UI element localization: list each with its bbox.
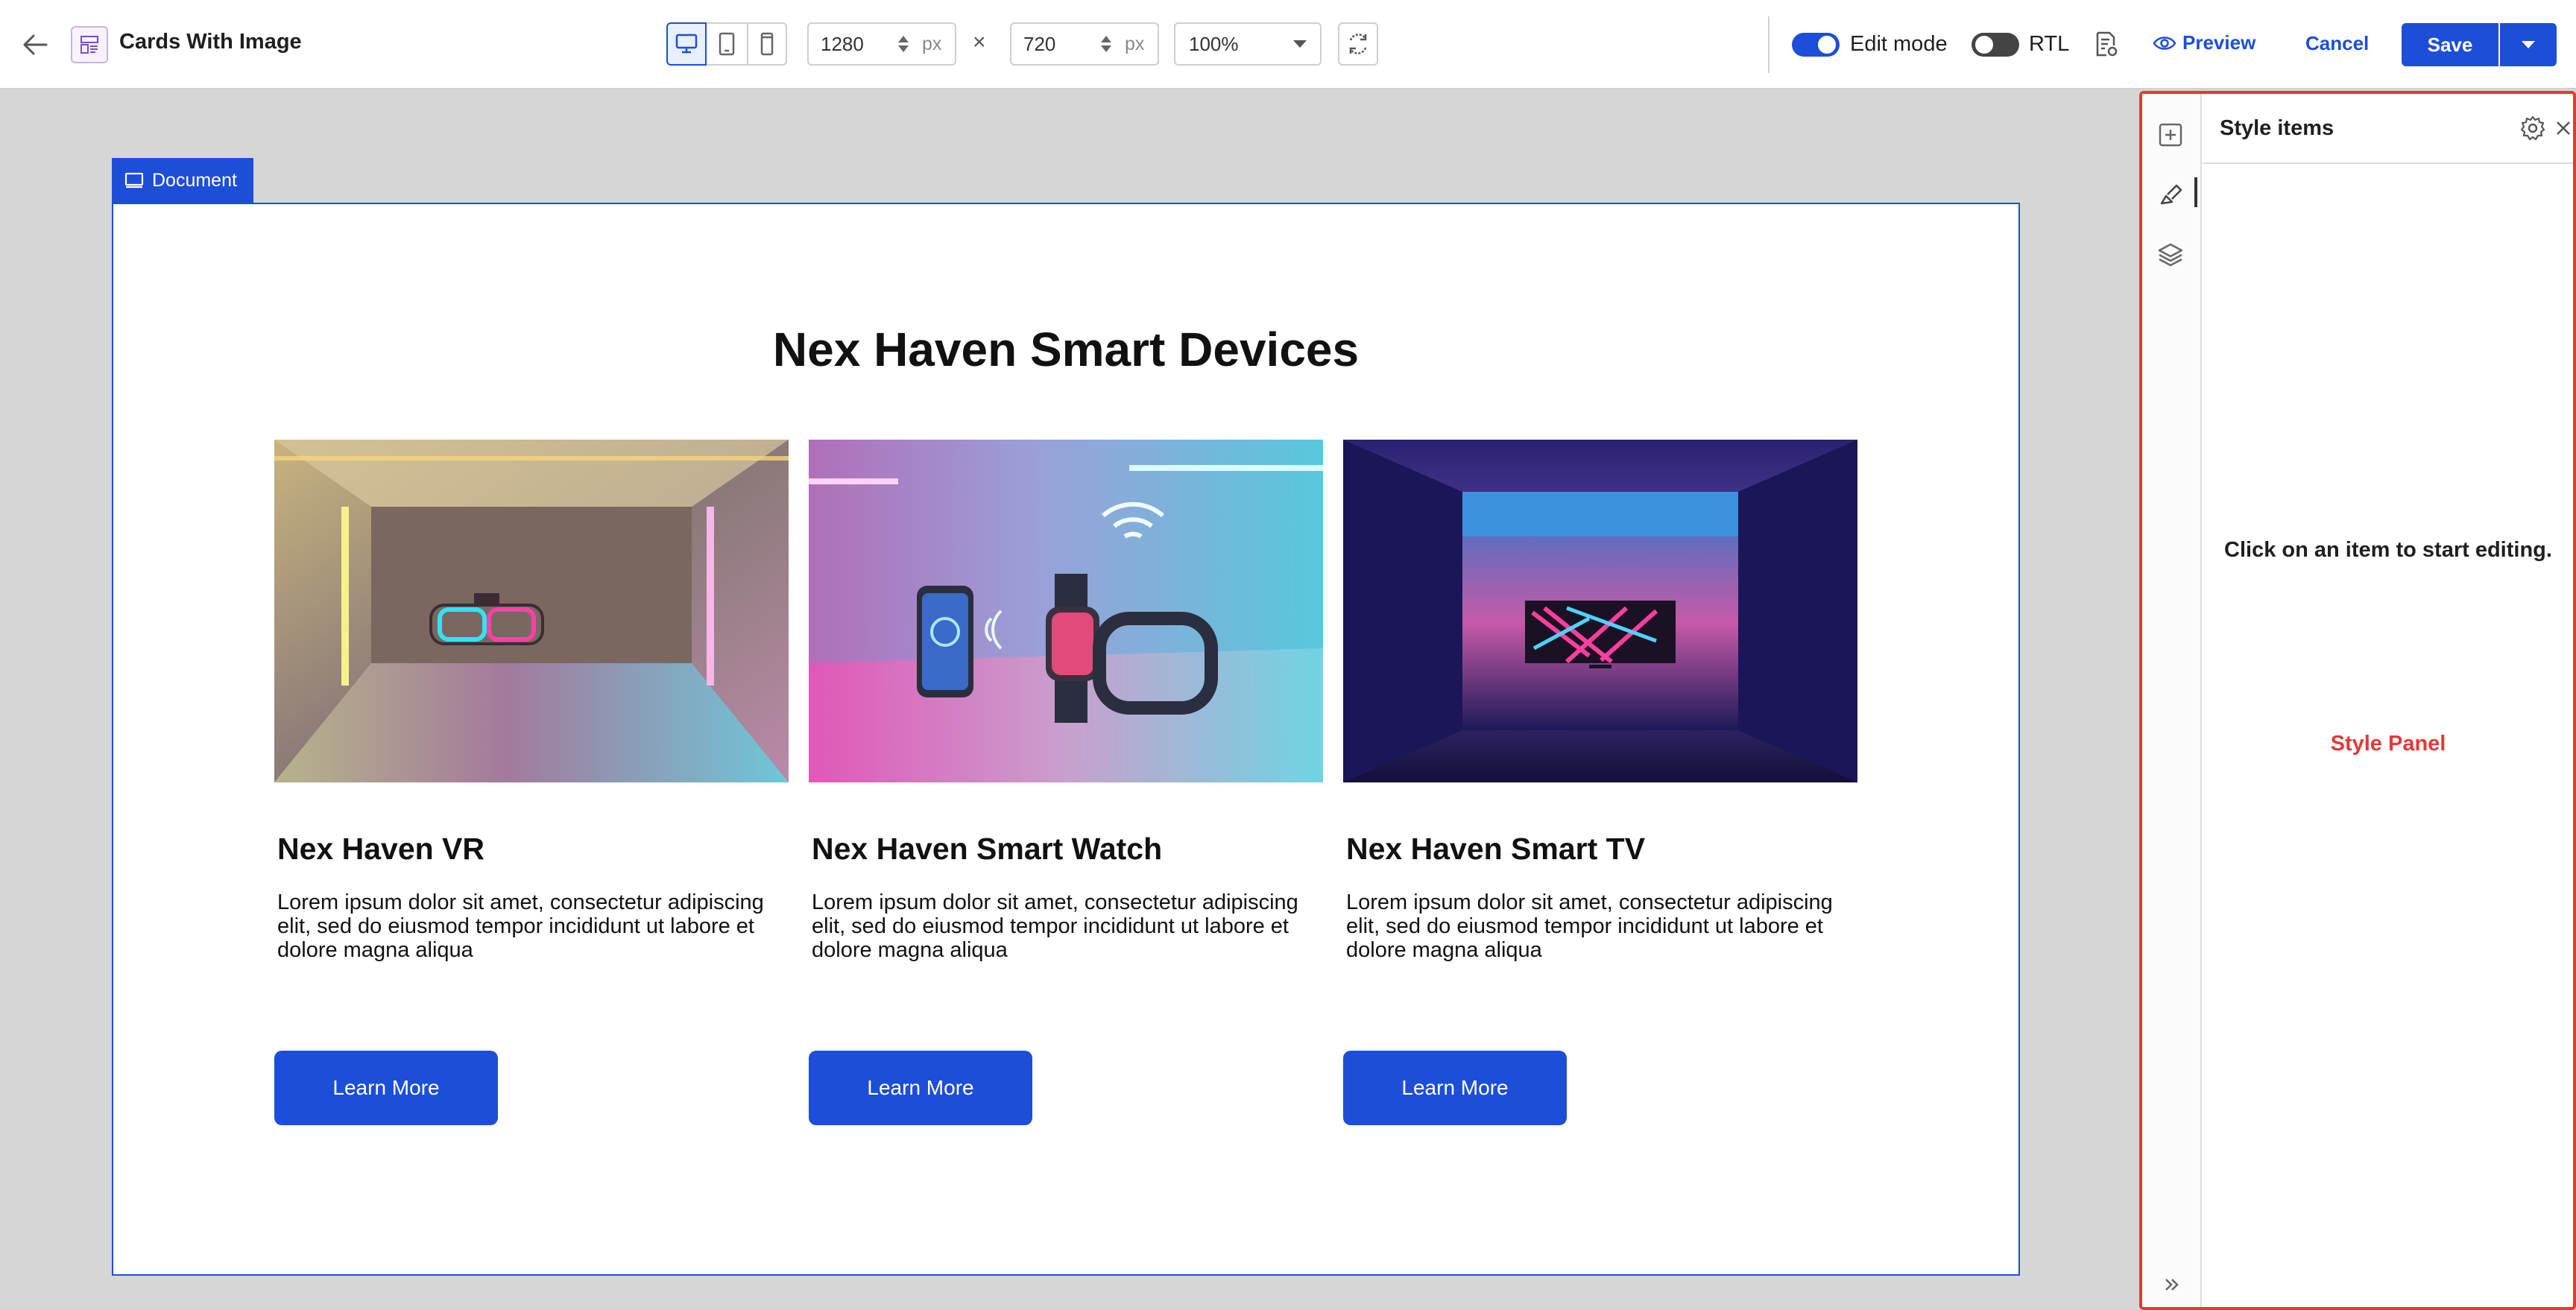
- card-description[interactable]: Lorem ipsum dolor sit amet, consectetur …: [277, 890, 789, 962]
- card-image[interactable]: [1343, 440, 1857, 782]
- top-toolbar: Cards With Image 1280 px × 720 px 100% E…: [0, 0, 2576, 89]
- document-canvas[interactable]: Nex Haven Smart Devices Nex Haven VR Lor…: [112, 203, 2020, 1276]
- rotate-button[interactable]: [1338, 22, 1378, 66]
- card-image[interactable]: [809, 440, 1323, 782]
- panel-annotation: Style Panel: [2330, 732, 2446, 756]
- preview-label: Preview: [2182, 31, 2256, 54]
- mobile-view-button[interactable]: [747, 22, 787, 66]
- zoom-select[interactable]: 100%: [1174, 22, 1322, 66]
- back-arrow-icon[interactable]: [16, 28, 54, 61]
- style-panel: Style items Click on an item to start ed…: [2139, 91, 2576, 1310]
- document-tag[interactable]: Document: [112, 158, 253, 203]
- panel-header: Style items: [2203, 94, 2573, 164]
- save-options-button[interactable]: [2500, 23, 2557, 66]
- gear-icon[interactable]: [2518, 113, 2548, 143]
- rtl-toggle[interactable]: [1972, 33, 2019, 57]
- save-button[interactable]: Save: [2402, 23, 2498, 66]
- chevron-down-icon: [1293, 40, 1307, 48]
- learn-more-button[interactable]: Learn More: [274, 1051, 498, 1125]
- close-icon[interactable]: [2551, 115, 2576, 142]
- card-image[interactable]: [274, 440, 789, 782]
- height-unit: px: [1125, 33, 1145, 54]
- width-stepper[interactable]: [895, 31, 912, 57]
- toolbar-divider: [1768, 16, 1770, 73]
- width-value[interactable]: 1280: [821, 33, 895, 56]
- page-heading[interactable]: Nex Haven Smart Devices: [113, 322, 2018, 377]
- tablet-view-button[interactable]: [707, 22, 747, 66]
- width-unit: px: [922, 33, 942, 54]
- card-title[interactable]: Nex Haven Smart TV: [1346, 832, 1645, 867]
- cancel-button[interactable]: Cancel: [2305, 32, 2369, 55]
- chevron-down-icon: [2522, 41, 2535, 48]
- document-label: Document: [152, 169, 237, 191]
- document-title: Cards With Image: [119, 30, 302, 54]
- zoom-value: 100%: [1189, 32, 1239, 55]
- card-description[interactable]: Lorem ipsum dolor sit amet, consectetur …: [812, 890, 1323, 962]
- desktop-view-button[interactable]: [666, 22, 707, 66]
- height-input[interactable]: 720 px: [1010, 22, 1159, 66]
- card-description[interactable]: Lorem ipsum dolor sit amet, consectetur …: [1346, 890, 1857, 962]
- template-icon: [71, 26, 108, 63]
- add-icon[interactable]: [2153, 118, 2188, 152]
- panel-title: Style items: [2220, 116, 2334, 140]
- eye-icon: [2153, 36, 2176, 50]
- preview-button[interactable]: Preview: [2153, 31, 2255, 54]
- mobile-icon: [760, 32, 774, 56]
- tablet-icon: [719, 32, 735, 56]
- edit-mode-label: Edit mode: [1850, 32, 1948, 56]
- height-stepper[interactable]: [1098, 31, 1114, 57]
- layers-icon[interactable]: [2153, 237, 2188, 271]
- product-card[interactable]: Nex Haven VR Lorem ipsum dolor sit amet,…: [274, 440, 789, 1185]
- height-value[interactable]: 720: [1023, 33, 1098, 56]
- brush-icon[interactable]: [2153, 177, 2188, 212]
- learn-more-button[interactable]: Learn More: [809, 1051, 1032, 1125]
- empty-state-hint: Click on an item to start editing.: [2224, 538, 2552, 562]
- dimension-separator: ×: [973, 30, 986, 54]
- product-card[interactable]: Nex Haven Smart Watch Lorem ipsum dolor …: [809, 440, 1323, 1185]
- card-title[interactable]: Nex Haven Smart Watch: [812, 832, 1162, 867]
- expand-icon[interactable]: [2157, 1271, 2187, 1298]
- desktop-icon: [675, 34, 698, 54]
- learn-more-button[interactable]: Learn More: [1343, 1051, 1567, 1125]
- product-card[interactable]: Nex Haven Smart TV Lorem ipsum dolor sit…: [1343, 440, 1857, 1185]
- rtl-label: RTL: [2029, 32, 2070, 56]
- active-tab-indicator: [2194, 177, 2197, 207]
- card-title[interactable]: Nex Haven VR: [277, 832, 484, 867]
- edit-mode-toggle[interactable]: [1792, 33, 1840, 57]
- document-icon: [124, 172, 144, 189]
- rotate-icon: [1349, 34, 1367, 54]
- page-settings-icon[interactable]: [2093, 30, 2120, 60]
- panel-rail: [2142, 94, 2202, 1307]
- width-input[interactable]: 1280 px: [807, 22, 956, 66]
